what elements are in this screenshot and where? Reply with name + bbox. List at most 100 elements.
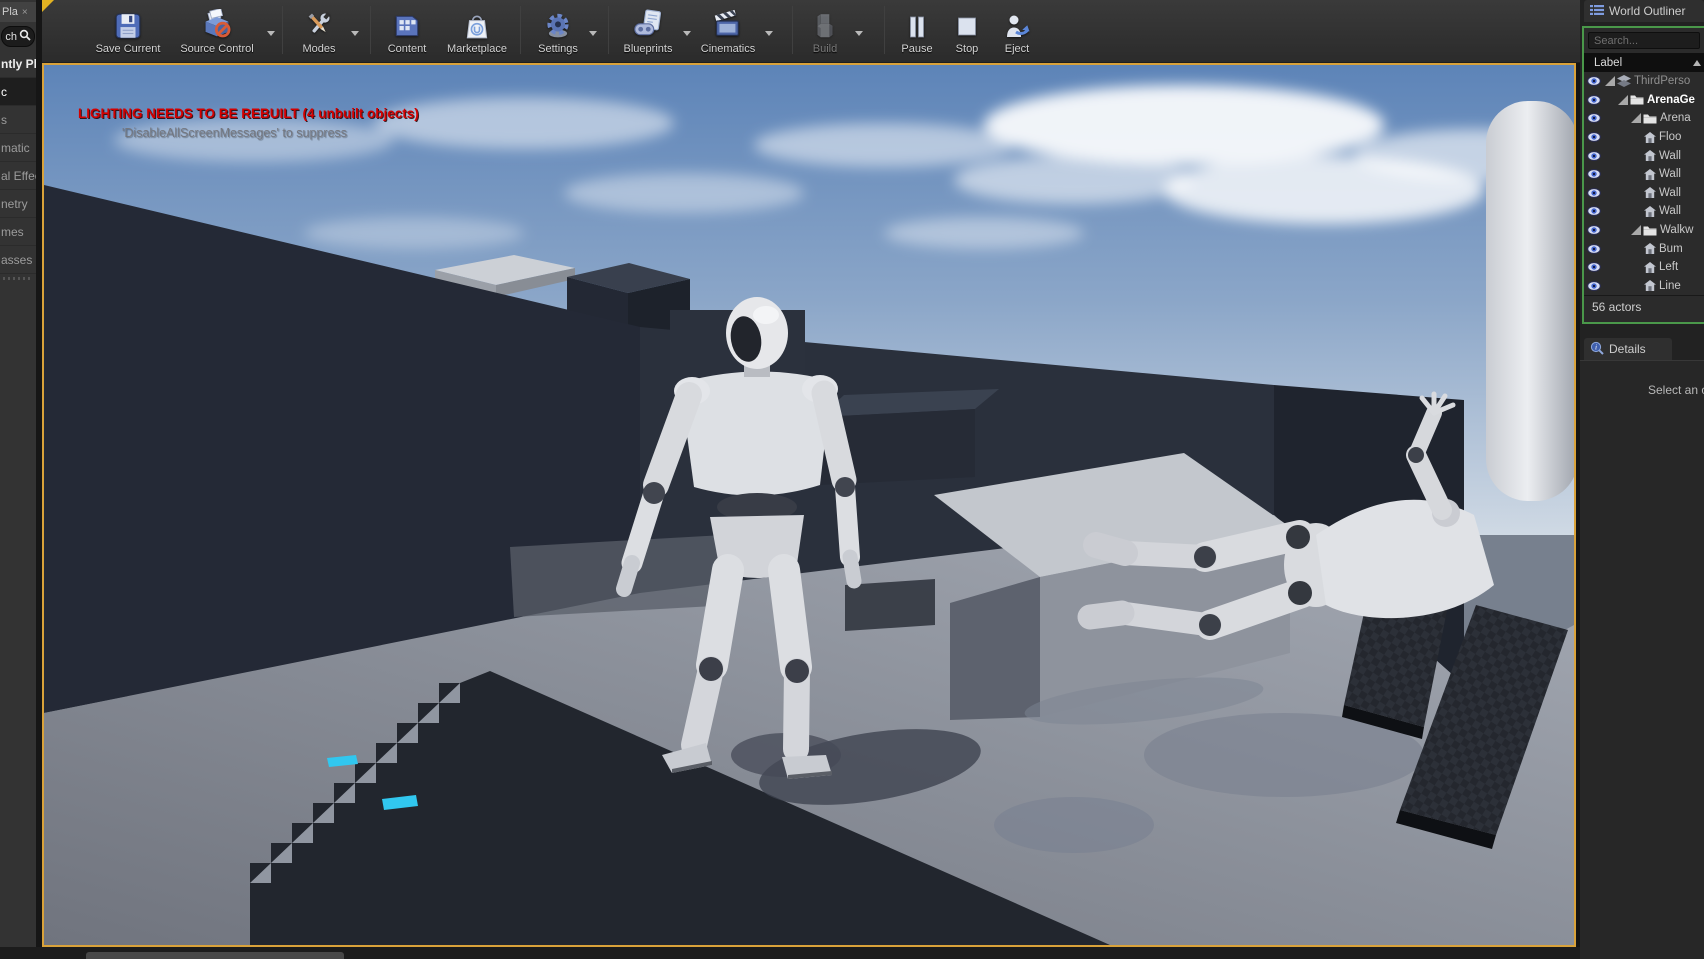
tutorial-corner-icon[interactable] [42,0,54,12]
outliner-row-label: Line [1659,280,1681,292]
place-category-item[interactable]: asses [0,246,36,274]
toolbar-separator [884,6,885,54]
mesh-icon [1644,262,1656,273]
mesh-icon [1644,243,1656,254]
details-body: Select an o [1580,360,1704,959]
place-category-item[interactable]: netry [0,190,36,218]
toolbar-button-content[interactable]: Content [378,0,436,58]
toolbar-button-modes[interactable]: Modes [290,0,348,58]
eye-icon[interactable] [1587,225,1601,235]
toolbar-button-blueprints[interactable]: Blueprints [616,0,680,58]
place-actors-tab[interactable]: Pla × [0,2,36,22]
outliner-row[interactable]: Left [1584,258,1704,277]
eye-icon[interactable] [1587,76,1601,86]
expander-icon[interactable] [1605,76,1615,86]
eye-icon[interactable] [1587,281,1601,291]
place-category-item[interactable]: c [0,78,36,106]
details-empty-message: Select an o [1648,383,1704,397]
outliner-row[interactable]: ArenaGe [1584,91,1704,110]
expander-icon[interactable] [1618,95,1628,105]
details-info-icon: i [1590,341,1604,358]
outliner-row-label: Wall [1659,150,1681,162]
viewport[interactable]: LIGHTING NEEDS TO BE REBUILT (4 unbuilt … [42,63,1576,947]
eye-icon[interactable] [1587,95,1601,105]
toolbar-button-build[interactable]: Build [798,0,852,58]
eye-icon[interactable] [1587,169,1601,179]
outliner-row[interactable]: Floo [1584,128,1704,147]
mesh-icon [1644,280,1656,291]
eye-icon[interactable] [1587,262,1601,272]
toolbar-button-marketplace[interactable]: Marketplace [440,0,514,58]
outliner-row[interactable]: Wall [1584,202,1704,221]
toolbar-button-cinematics[interactable]: Cinematics [694,0,762,58]
eject-icon [1003,9,1031,41]
toolbar-button-source-control[interactable]: Source Control [170,0,264,58]
outliner-row[interactable]: Wall [1584,165,1704,184]
dropdown-caret-icon[interactable] [855,31,863,36]
eye-icon[interactable] [1587,113,1601,123]
world-outliner-tab[interactable]: World Outliner [1584,0,1704,22]
details-tab[interactable]: i Details [1584,338,1672,360]
eye-icon[interactable] [1587,206,1601,216]
outliner-column-header[interactable]: Label [1584,53,1704,72]
expander-icon[interactable] [1631,225,1641,235]
place-category-item[interactable]: mes [0,218,36,246]
lighting-warning-text: LIGHTING NEEDS TO BE REBUILT (4 unbuilt … [78,106,419,121]
place-category-item[interactable]: s [0,106,36,134]
toolbar-button-stop[interactable]: Stop [944,0,990,58]
eye-icon[interactable] [1587,244,1601,254]
content-browser-tab-edge[interactable] [86,952,344,959]
outliner-row[interactable]: Bum [1584,239,1704,258]
outliner-row[interactable]: Line [1584,277,1704,296]
world-outliner-body: Label ThirdPerso ArenaGe Arena Floo Wall Wall… [1582,26,1704,324]
blueprints-icon [632,9,664,41]
outliner-row-label: Walkw [1660,224,1693,236]
dropdown-caret-icon[interactable] [589,31,597,36]
mesh-icon [1644,132,1656,143]
toolbar-button-label: Pause [901,43,932,55]
place-category-list: ntly Plcsmatical Effecnetrymesasses [0,50,36,274]
close-icon[interactable]: × [22,7,28,18]
outliner-search-input[interactable] [1588,32,1700,49]
outliner-row[interactable]: Arena [1584,109,1704,128]
toolbar-button-settings[interactable]: Settings [530,0,586,58]
details-title: Details [1609,342,1646,356]
place-search-input[interactable]: ch [1,26,35,47]
mesh-icon [1644,169,1656,180]
dropdown-caret-icon[interactable] [267,31,275,36]
toolbar-button-label: Cinematics [701,43,755,55]
dropdown-caret-icon[interactable] [683,31,691,36]
folder-icon [1630,94,1644,105]
place-category-item[interactable]: ntly Pl [0,50,36,78]
toolbar-button-label: Stop [956,43,979,55]
outliner-row[interactable]: Wall [1584,146,1704,165]
expander-icon[interactable] [1631,113,1641,123]
toolbar-button-pause[interactable]: Pause [894,0,940,58]
toolbar-button-label: Marketplace [447,43,507,55]
dropdown-caret-icon[interactable] [351,31,359,36]
outliner-row[interactable]: Walkw [1584,221,1704,240]
place-actors-tab-label: Pla [2,6,18,18]
eye-icon[interactable] [1587,188,1601,198]
outliner-row-label: Floo [1659,131,1681,143]
dropdown-caret-icon[interactable] [765,31,773,36]
actor-count: 56 actors [1592,300,1641,314]
outliner-row[interactable]: ThirdPerso [1584,72,1704,91]
mesh-icon [1644,150,1656,161]
place-search-text: ch [5,31,17,43]
eye-icon[interactable] [1587,132,1601,142]
outliner-tree: ThirdPerso ArenaGe Arena Floo Wall Wall Wall Wa… [1584,72,1704,295]
place-category-item[interactable]: matic [0,134,36,162]
outliner-row-label: ArenaGe [1647,94,1695,106]
eye-icon[interactable] [1587,151,1601,161]
outliner-row-label: Wall [1659,205,1681,217]
outliner-row[interactable]: Wall [1584,184,1704,203]
toolbar-button-eject[interactable]: Eject [994,0,1040,58]
outliner-row-label: Wall [1659,168,1681,180]
panel-grip[interactable] [3,277,33,280]
toolbar-button-label: Save Current [96,43,161,55]
place-category-item[interactable]: al Effec [0,162,36,190]
toolbar-button-save-current[interactable]: Save Current [88,0,168,58]
outliner-row-label: Wall [1659,187,1681,199]
toolbar-button-label: Settings [538,43,578,55]
